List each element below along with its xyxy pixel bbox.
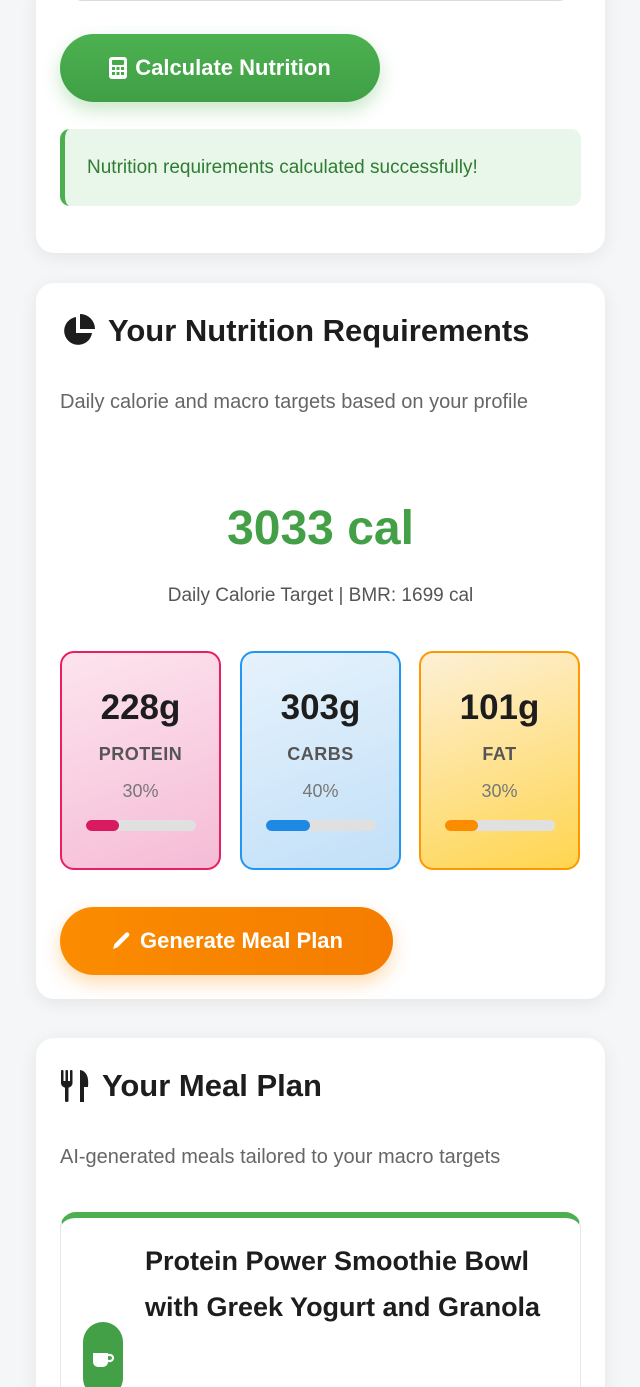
calculator-icon bbox=[109, 57, 128, 79]
success-message: Nutrition requirements calculated succes… bbox=[87, 156, 478, 178]
macro-grams: 303g bbox=[280, 688, 361, 727]
generate-meal-plan-button[interactable]: Generate Meal Plan bbox=[60, 907, 393, 975]
requirements-heading: Your Nutrition Requirements bbox=[60, 313, 529, 349]
meal-plan-heading: Your Meal Plan bbox=[60, 1068, 322, 1104]
macro-percent: 30% bbox=[122, 781, 159, 801]
calculate-button-label: Calculate Nutrition bbox=[135, 55, 331, 80]
macro-label: CARBS bbox=[287, 744, 354, 764]
macro-progress-bar bbox=[266, 820, 376, 831]
requirements-title: Your Nutrition Requirements bbox=[108, 313, 530, 348]
requirements-description: Daily calorie and macro targets based on… bbox=[60, 391, 529, 413]
macro-progress-fill bbox=[445, 820, 478, 831]
macro-card-carbs: 303g CARBS 40% bbox=[240, 651, 401, 870]
meal-name: Protein Power Smoothie Bowl with Greek Y… bbox=[145, 1246, 541, 1322]
daily-calorie-value: 3033 cal bbox=[227, 502, 414, 555]
success-alert: Nutrition requirements calculated succes… bbox=[60, 129, 581, 206]
meal-plan-card: Your Meal Plan AI-generated meals tailor… bbox=[36, 1038, 605, 1387]
calorie-subtitle: Daily Calorie Target | BMR: 1699 cal bbox=[167, 585, 474, 606]
macro-grams: 101g bbox=[459, 688, 540, 727]
generate-button-label: Generate Meal Plan bbox=[140, 928, 343, 953]
macro-card-protein: 228g PROTEIN 30% bbox=[60, 651, 221, 870]
macro-label: PROTEIN bbox=[98, 744, 183, 764]
meal-plan-title: Your Meal Plan bbox=[102, 1068, 322, 1103]
macro-progress-fill bbox=[266, 820, 310, 831]
coffee-cup-icon bbox=[83, 1322, 123, 1387]
macro-progress-fill bbox=[86, 820, 119, 831]
pencil-icon bbox=[113, 932, 130, 949]
calculate-nutrition-button[interactable]: Calculate Nutrition bbox=[60, 34, 380, 102]
macro-percent: 30% bbox=[481, 781, 518, 801]
pie-chart-icon bbox=[64, 314, 95, 345]
macro-percent: 40% bbox=[302, 781, 339, 801]
macro-progress-bar bbox=[86, 820, 196, 831]
meal-item-card[interactable]: Protein Power Smoothie Bowl with Greek Y… bbox=[60, 1212, 581, 1387]
macro-card-fat: 101g FAT 30% bbox=[419, 651, 580, 870]
nutrition-requirements-card: Your Nutrition Requirements Daily calori… bbox=[36, 283, 605, 999]
utensils-icon bbox=[61, 1070, 89, 1102]
macro-grams: 228g bbox=[100, 688, 181, 727]
meal-plan-description: AI-generated meals tailored to your macr… bbox=[60, 1146, 501, 1168]
macro-progress-bar bbox=[445, 820, 555, 831]
profile-input-field-edge[interactable] bbox=[72, 0, 569, 1]
calculator-card: Calculate Nutrition Nutrition requiremen… bbox=[36, 0, 605, 253]
macro-label: FAT bbox=[482, 744, 517, 764]
